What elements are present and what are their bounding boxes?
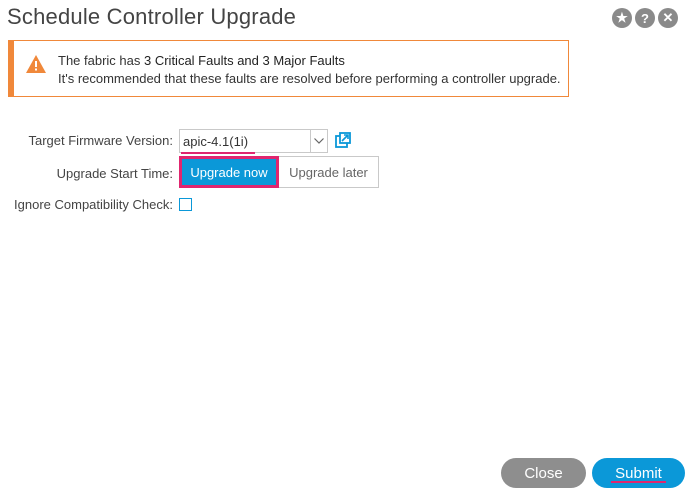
firmware-version-label: Target Firmware Version: (28, 133, 174, 148)
chevron-down-icon[interactable] (310, 130, 327, 152)
alert-recommendation: It's recommended that these faults are r… (58, 71, 561, 86)
help-icon[interactable]: ? (635, 8, 655, 28)
alert-fault-count: 3 Critical Faults and 3 Major Faults (144, 53, 345, 68)
start-time-label: Upgrade Start Time: (56, 166, 173, 181)
close-icon[interactable]: ✕ (658, 8, 678, 28)
firmware-value-highlight (181, 152, 255, 154)
compat-check-label: Ignore Compatibility Check: (14, 197, 173, 212)
submit-highlight (611, 481, 666, 483)
faults-alert: The fabric has 3 Critical Faults and 3 M… (8, 40, 569, 97)
start-time-toggle: Upgrade now Upgrade later (179, 156, 379, 188)
firmware-version-value: apic-4.1(1i) (183, 134, 249, 149)
firmware-version-select[interactable]: apic-4.1(1i) (179, 129, 328, 154)
close-button[interactable]: Close (501, 458, 586, 488)
star-icon[interactable]: ★ (612, 8, 632, 28)
warning-icon (26, 55, 46, 73)
schedule-upgrade-dialog: Schedule Controller Upgrade ★ ? ✕ The fa… (0, 0, 695, 495)
upgrade-now-button[interactable]: Upgrade now (179, 156, 279, 188)
alert-message-prefix: The fabric has (58, 53, 144, 68)
compat-check-checkbox[interactable] (179, 198, 192, 211)
upgrade-later-button[interactable]: Upgrade later (279, 156, 379, 188)
external-link-icon[interactable] (335, 132, 351, 148)
submit-button[interactable]: Submit (592, 458, 685, 488)
dialog-title: Schedule Controller Upgrade (7, 4, 297, 29)
alert-message: The fabric has 3 Critical Faults and 3 M… (58, 53, 345, 68)
title-icon-bar: ★ ? ✕ (612, 8, 678, 28)
